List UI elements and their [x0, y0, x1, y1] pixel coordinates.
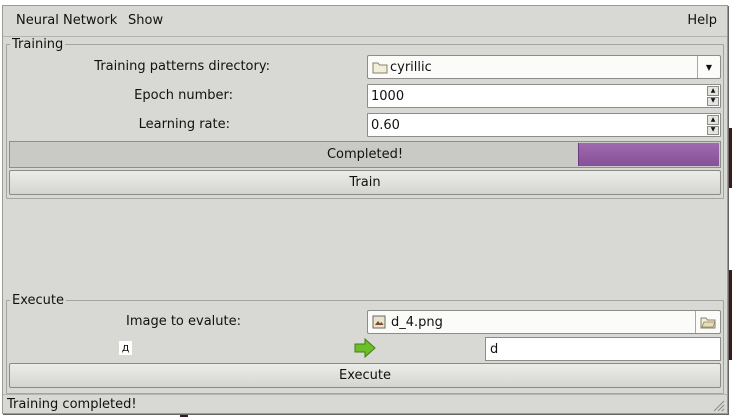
result-value: d — [490, 341, 499, 357]
execute-legend: Execute — [12, 293, 64, 308]
spin-down-icon[interactable]: ▼ — [707, 96, 719, 106]
directory-value: cyrillic — [390, 59, 432, 75]
image-file-icon — [372, 315, 386, 329]
image-file-name: d_4.png — [391, 314, 443, 330]
menubar: Neural Network Show Help — [3, 6, 727, 37]
image-file-chooser[interactable]: d_4.png — [367, 310, 721, 334]
menu-help[interactable]: Help — [687, 13, 717, 28]
image-label: Image to evalute: — [125, 314, 241, 329]
spin-up-icon[interactable]: ▲ — [707, 115, 719, 125]
resize-grip-icon[interactable] — [711, 398, 725, 412]
app-window: Neural Network Show Help Training Traini… — [2, 5, 728, 414]
progress-label: Completed! — [326, 147, 404, 162]
input-glyph-image: д — [119, 341, 132, 355]
train-button[interactable]: Train — [9, 170, 721, 195]
status-text: Training completed! — [7, 397, 137, 412]
menu-show[interactable]: Show — [128, 13, 163, 28]
chevron-down-icon[interactable]: ▼ — [697, 56, 720, 78]
directory-combo[interactable]: cyrillic ▼ — [367, 55, 721, 79]
folder-open-icon[interactable] — [695, 311, 720, 333]
menu-neural-network[interactable]: Neural Network — [16, 13, 117, 28]
rate-value: 0.60 — [371, 117, 400, 133]
spin-up-icon[interactable]: ▲ — [707, 86, 719, 96]
spin-down-icon[interactable]: ▼ — [707, 125, 719, 135]
training-progress-bar: Completed! — [9, 141, 721, 168]
rate-spinbox[interactable]: 0.60 ▲ ▼ — [367, 113, 721, 137]
result-field[interactable]: d — [485, 337, 721, 361]
execute-button[interactable]: Execute — [9, 363, 721, 388]
epoch-label: Epoch number: — [134, 88, 233, 103]
folder-icon — [372, 60, 388, 74]
training-legend: Training — [12, 37, 64, 52]
epoch-spinbox[interactable]: 1000 ▲ ▼ — [367, 84, 721, 108]
rate-label: Learning rate: — [138, 117, 230, 132]
directory-label: Training patterns directory: — [94, 59, 270, 74]
epoch-value: 1000 — [371, 88, 405, 104]
green-arrow-icon — [354, 338, 376, 358]
statusbar: Training completed! — [3, 394, 727, 413]
